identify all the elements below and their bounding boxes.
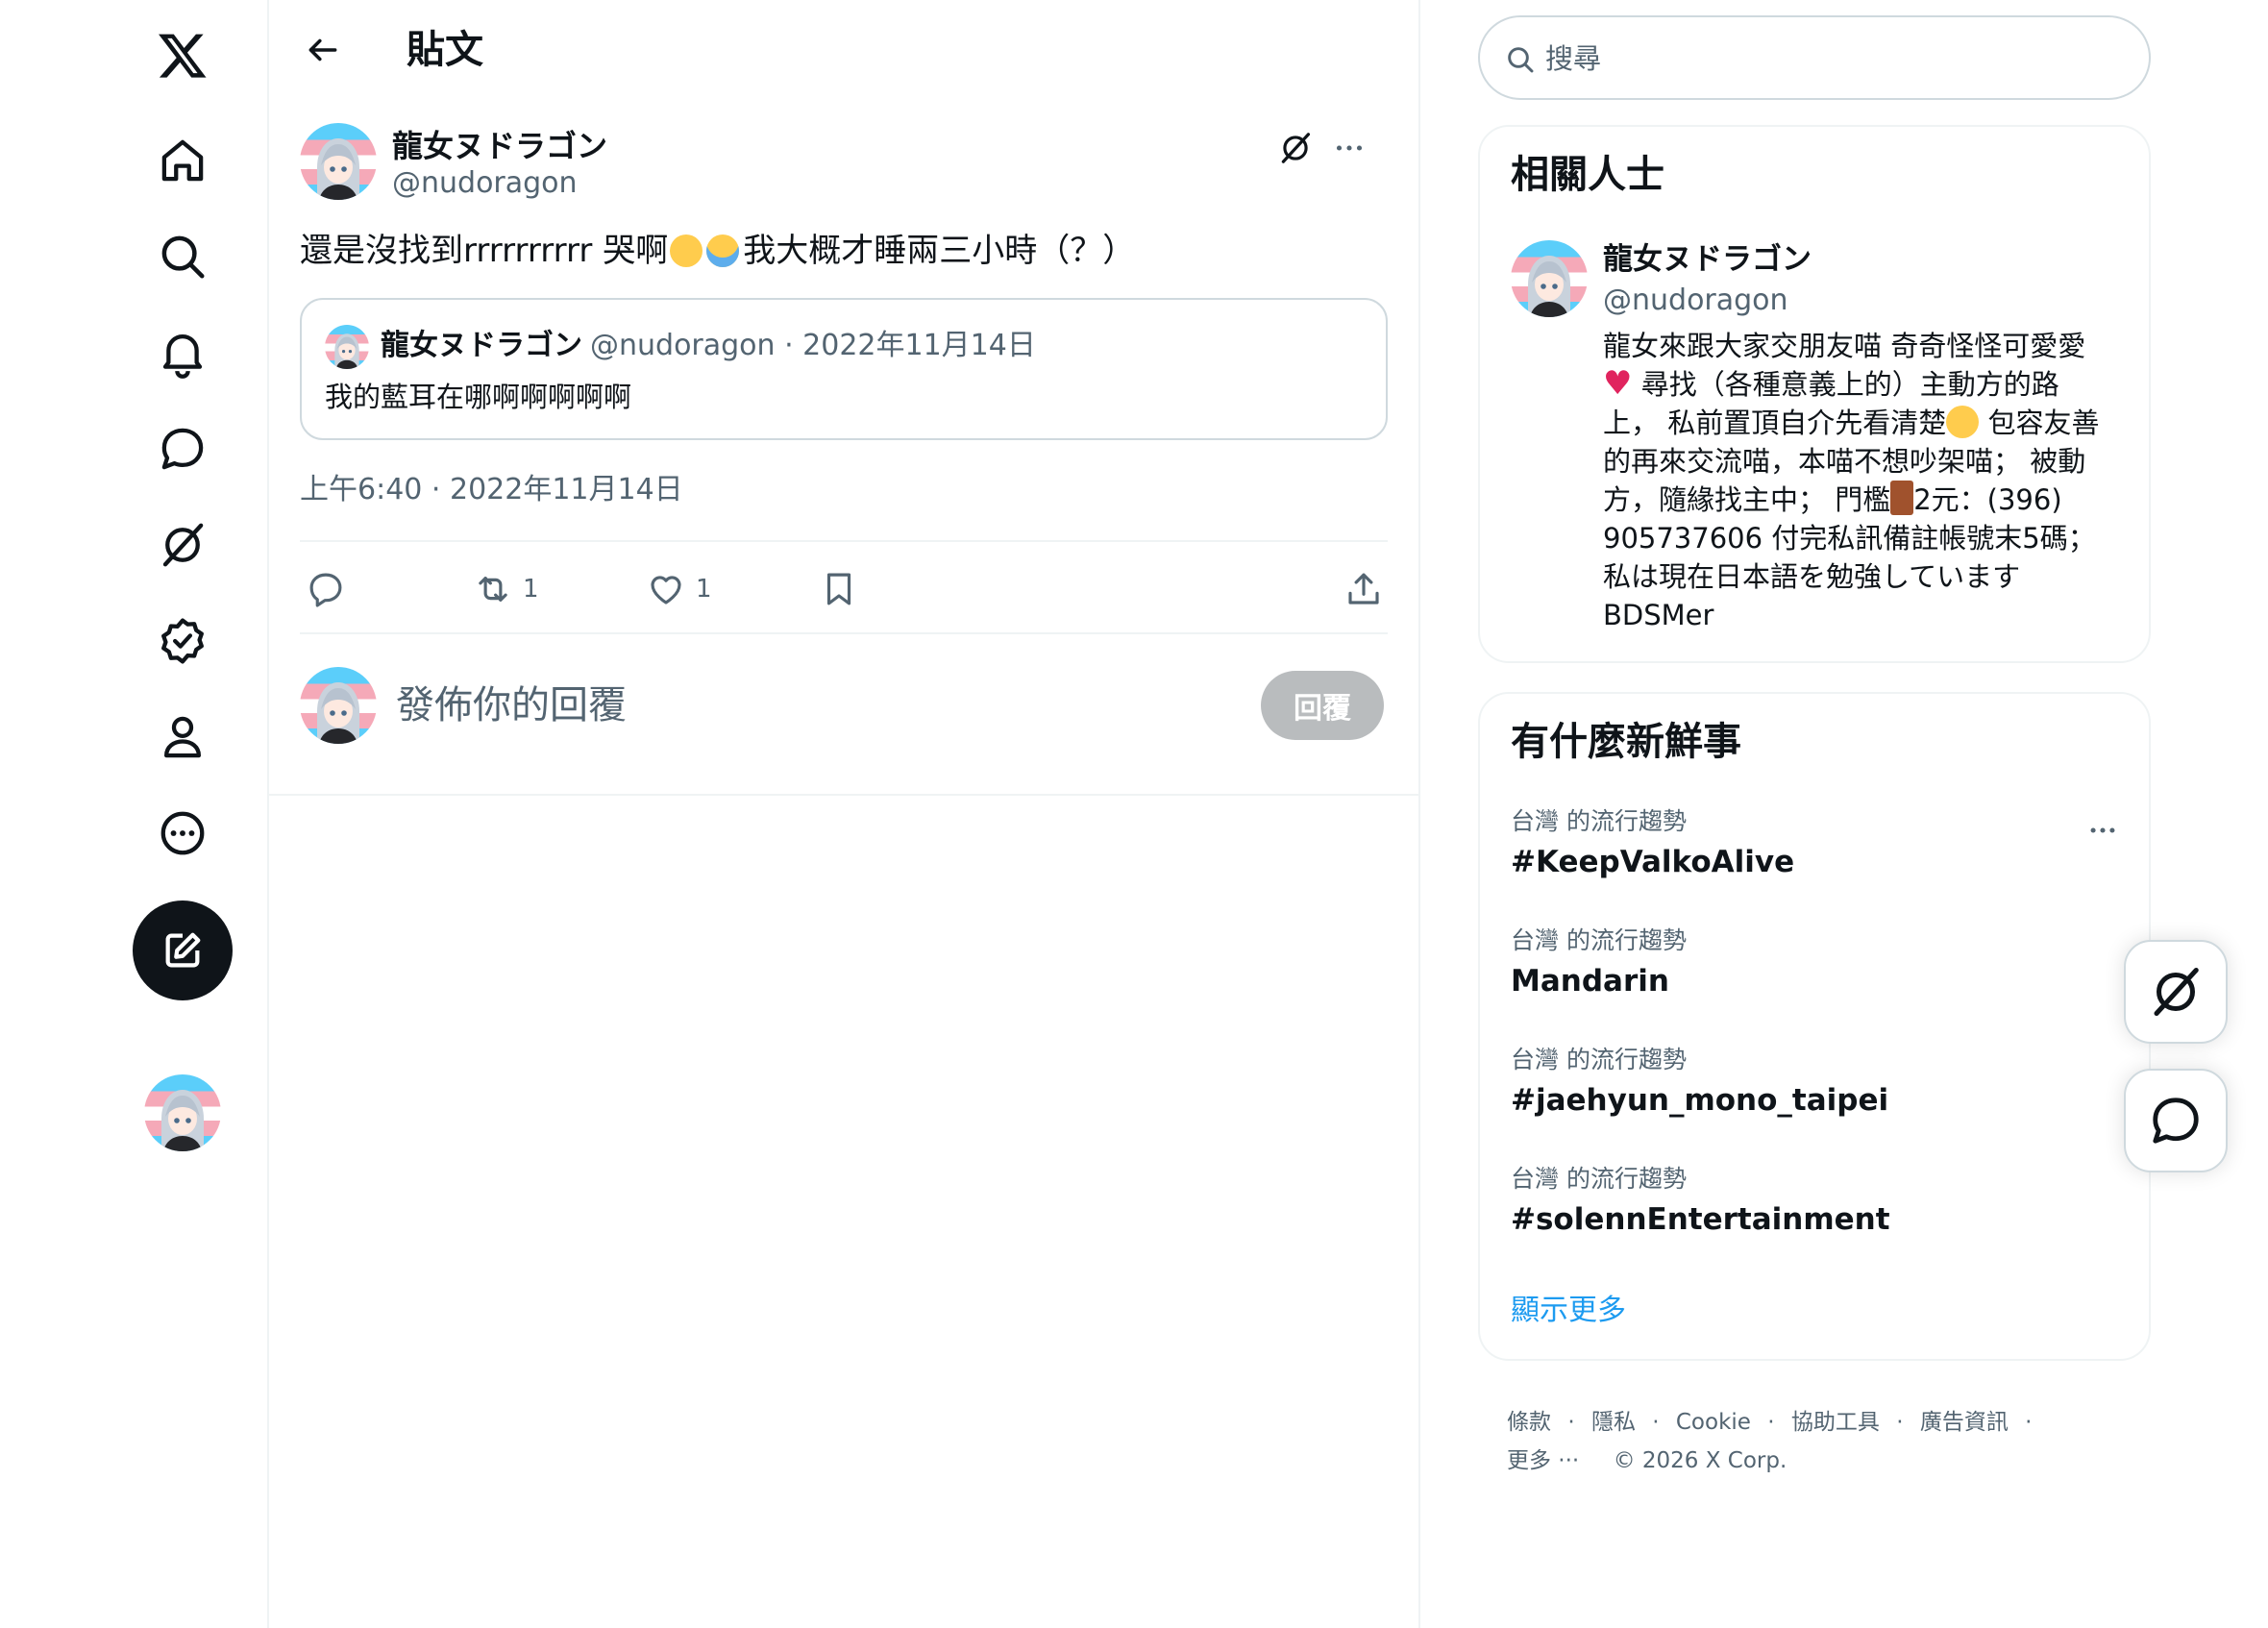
search-bar[interactable] <box>1478 15 2151 100</box>
left-navigation <box>0 0 269 1628</box>
search-icon[interactable] <box>134 208 232 306</box>
post-more-button[interactable] <box>1326 125 1372 171</box>
back-button[interactable] <box>292 19 354 81</box>
heart-icon <box>651 576 681 604</box>
post-actions: 1 1 <box>300 540 1388 634</box>
grok-icon <box>2154 968 2199 1016</box>
share-icon <box>1348 573 1379 604</box>
footer-link-accessibility[interactable]: 協助工具 <box>1791 1410 1880 1435</box>
post-author-name[interactable]: 龍女ヌドラゴン <box>392 127 607 165</box>
footer-link-ads[interactable]: 廣告資訊 <box>1920 1410 2009 1435</box>
relevant-people-title: 相關人士 <box>1511 153 1664 197</box>
repost-count: 1 <box>523 575 539 604</box>
repost-icon <box>479 577 507 602</box>
search-input[interactable] <box>1545 35 2122 83</box>
post-timestamp[interactable]: 上午6:40 · 2022年11月14日 <box>300 471 683 509</box>
divider <box>269 794 1418 796</box>
reply-input[interactable]: 發佈你的回覆 <box>396 678 627 732</box>
account-avatar[interactable] <box>144 1074 221 1151</box>
quoted-author-avatar <box>325 325 369 369</box>
post-author-avatar[interactable] <box>300 123 377 200</box>
trend-item[interactable]: 台灣 的流行趨勢 #jaehyun_mono_taipei <box>1511 1044 2126 1121</box>
relevant-people-card: 相關人士 龍女ヌドラゴン @nudoragon 龍女來跟大家交朋友喵 奇奇怪怪可… <box>1478 125 2151 663</box>
quoted-post-meta: 龍女ヌドラゴン @nudoragon · 2022年11月14日 <box>381 327 1036 365</box>
share-action[interactable] <box>1344 565 1384 613</box>
messages-icon <box>2153 1098 2199 1144</box>
grok-explain-button[interactable] <box>1272 125 1319 171</box>
relevant-person-avatar[interactable] <box>1511 240 1588 317</box>
red-heart-icon: ♥ <box>1603 364 1633 403</box>
footer-link-cookie[interactable]: Cookie <box>1676 1410 1751 1435</box>
compose-post-button[interactable] <box>133 900 233 1000</box>
trends-card: 有什麼新鮮事 台灣 的流行趨勢 #KeepValkoAlive 台灣 的流行趨勢… <box>1478 692 2151 1361</box>
pleading-face-icon <box>670 234 703 267</box>
like-action[interactable]: 1 <box>646 565 712 613</box>
page-header: 貼文 <box>269 0 1418 102</box>
x-logo-icon[interactable] <box>134 6 232 104</box>
reply-composer: 發佈你的回覆 回覆 <box>300 667 1388 744</box>
grok-icon <box>1281 133 1311 163</box>
relevant-person-name[interactable]: 龍女ヌドラゴン <box>1603 240 1812 279</box>
page-title: 貼文 <box>407 28 483 72</box>
door-icon <box>1890 481 1914 515</box>
relevant-person-bio: 龍女來跟大家交朋友喵 奇奇怪怪可愛愛 ♥ 尋找（各種意義上的）主動方的路 上， … <box>1603 330 2100 631</box>
messages-icon[interactable] <box>134 400 232 498</box>
relevant-person-handle[interactable]: @nudoragon <box>1603 283 1788 319</box>
trends-title: 有什麼新鮮事 <box>1511 720 1741 764</box>
home-icon[interactable] <box>134 111 232 210</box>
more-horizontal-icon <box>1336 145 1363 151</box>
arrow-left-icon <box>308 38 337 62</box>
quoted-post[interactable]: 龍女ヌドラゴン @nudoragon · 2022年11月14日 我的藍耳在哪啊啊… <box>300 298 1388 440</box>
messages-floating-button[interactable] <box>2124 1069 2228 1172</box>
reply-action[interactable] <box>306 565 346 613</box>
grok-floating-button[interactable] <box>2124 940 2228 1044</box>
reply-avatar <box>300 667 377 744</box>
reply-icon <box>309 573 342 607</box>
grinning-squinting-face-icon <box>1946 406 1980 438</box>
post-author-handle[interactable]: @nudoragon <box>392 165 578 202</box>
quoted-author-name: 龍女ヌドラゴン <box>381 329 582 362</box>
repost-action[interactable]: 1 <box>473 565 539 613</box>
quoted-author-handle-date: @nudoragon · 2022年11月14日 <box>590 329 1036 362</box>
more-icon[interactable] <box>134 784 232 882</box>
compose-icon <box>165 932 201 968</box>
post-text: 還是沒找到rrrrrrrrrr 哭啊 我大概才睡兩三小時（？） <box>300 232 1136 270</box>
quoted-post-text: 我的藍耳在哪啊啊啊啊啊 <box>325 381 632 413</box>
trend-item[interactable]: 台灣 的流行趨勢 #solennEntertainment <box>1511 1163 2126 1240</box>
grok-icon[interactable] <box>134 496 232 594</box>
notifications-icon[interactable] <box>134 304 232 402</box>
like-count: 1 <box>696 575 712 604</box>
verified-icon[interactable] <box>134 592 232 690</box>
trend-item[interactable]: 台灣 的流行趨勢 #KeepValkoAlive <box>1511 805 2126 882</box>
bookmark-icon <box>826 573 851 605</box>
profile-icon[interactable] <box>134 688 232 786</box>
footer-link-terms[interactable]: 條款 <box>1507 1410 1551 1435</box>
footer-link-privacy[interactable]: 隱私 <box>1591 1410 1636 1435</box>
trend-item[interactable]: 台灣 的流行趨勢 Mandarin <box>1511 925 2126 1001</box>
crying-face-icon <box>706 234 740 267</box>
search-icon <box>1508 47 1534 73</box>
bookmark-action[interactable] <box>819 565 859 613</box>
footer-more-link[interactable]: 更多 ··· <box>1507 1448 1579 1473</box>
footer-copyright: © 2026 X Corp. <box>1613 1448 1787 1473</box>
footer: 條款 · 隱私 · Cookie · 協助工具 · 廣告資訊 · 更多 ··· … <box>1507 1410 2033 1473</box>
main-column: 貼文 龍女ヌドラゴン @nudoragon 還是沒找到rrrrrrrrrr 哭啊… <box>269 0 1420 1628</box>
show-more-link[interactable]: 顯示更多 <box>1511 1292 1626 1330</box>
reply-button[interactable]: 回覆 <box>1261 671 1384 740</box>
